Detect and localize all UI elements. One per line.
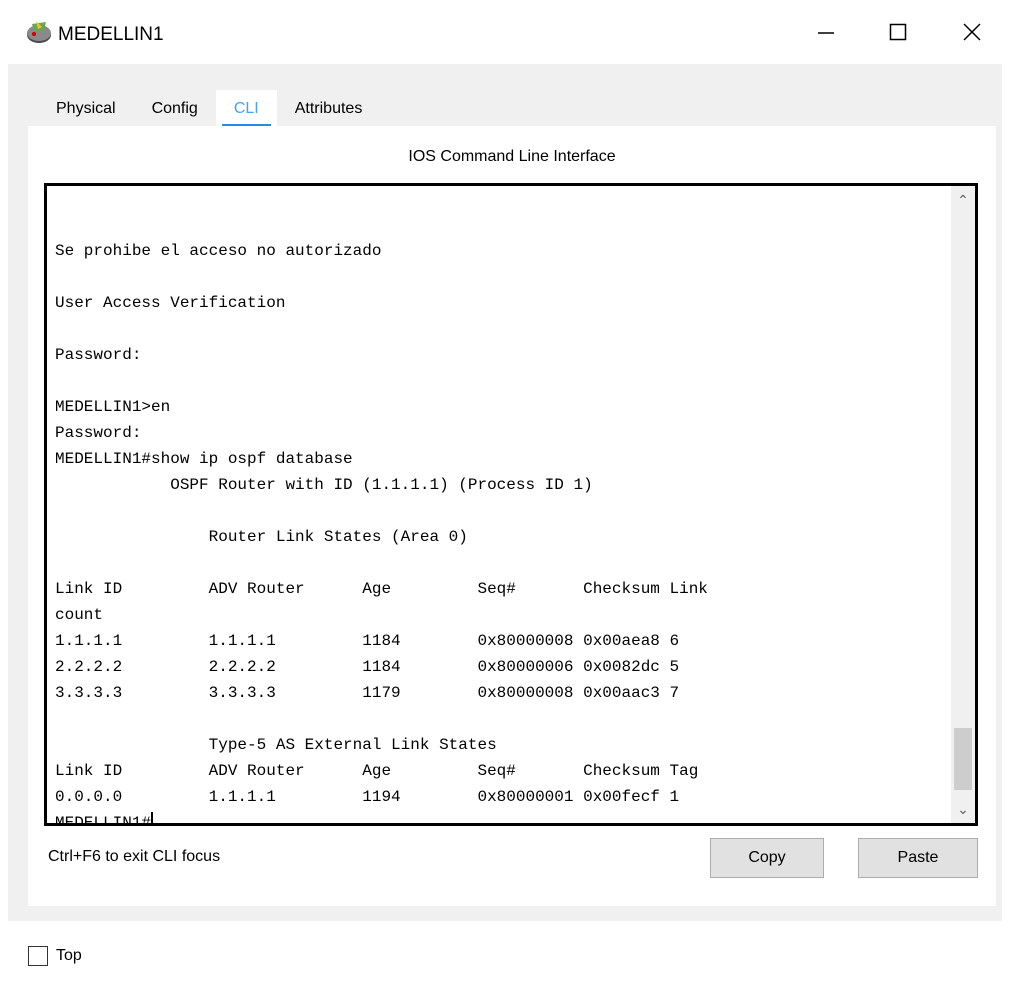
cli-line: MEDELLIN1>en: [55, 398, 171, 416]
cli-line: [55, 212, 943, 238]
minimize-icon: [818, 32, 834, 34]
cli-line: [55, 368, 943, 394]
cli-line: Link ID ADV Router Age Seq# Checksum Lin…: [55, 580, 708, 598]
scroll-up-icon[interactable]: ⌃: [951, 186, 975, 214]
paste-button[interactable]: Paste: [858, 838, 978, 878]
cli-line: Link ID ADV Router Age Seq# Checksum Tag: [55, 762, 699, 780]
tab-bar: Physical Config CLI Attributes: [38, 90, 380, 128]
cli-panel: IOS Command Line Interface Se prohibe el…: [28, 126, 996, 906]
cli-line: count: [55, 606, 104, 624]
tab-cli[interactable]: CLI: [215, 90, 277, 128]
cli-line: [55, 264, 943, 290]
cli-line: [55, 316, 943, 342]
title-bar: MEDELLIN1: [0, 0, 1010, 64]
cli-line: [55, 186, 943, 212]
cli-line: Password:: [55, 346, 142, 364]
top-checkbox-row[interactable]: Top: [28, 946, 82, 966]
tab-physical[interactable]: Physical: [38, 90, 134, 128]
cli-output: Se prohibe el acceso no autorizado User …: [55, 186, 943, 826]
cli-line: Se prohibe el acceso no autorizado: [55, 242, 382, 260]
cli-line: 1.1.1.1 1.1.1.1 1184 0x80000008 0x00aea8…: [55, 632, 680, 650]
close-icon: [963, 23, 981, 41]
cli-prompt: MEDELLIN1#: [55, 814, 152, 826]
window-content: Physical Config CLI Attributes IOS Comma…: [8, 64, 1002, 921]
cli-line: OSPF Router with ID (1.1.1.1) (Process I…: [55, 476, 593, 494]
cli-line: User Access Verification: [55, 294, 286, 312]
cli-line: [55, 706, 943, 732]
cli-focus-hint: Ctrl+F6 to exit CLI focus: [48, 848, 221, 865]
cli-scrollbar[interactable]: ⌃ ⌄: [951, 186, 975, 823]
cli-line: Password:: [55, 424, 142, 442]
cli-line: [55, 498, 943, 524]
window-title: MEDELLIN1: [58, 24, 164, 45]
maximize-button[interactable]: [870, 0, 926, 64]
cli-line: 3.3.3.3 3.3.3.3 1179 0x80000008 0x00aac3…: [55, 684, 680, 702]
cli-line: 0.0.0.0 1.1.1.1 1194 0x80000001 0x00fecf…: [55, 788, 680, 806]
cli-line: Router Link States (Area 0): [55, 528, 468, 546]
copy-button[interactable]: Copy: [710, 838, 824, 878]
tab-attributes[interactable]: Attributes: [277, 90, 381, 128]
cli-line: [55, 550, 943, 576]
cli-line: MEDELLIN1#show ip ospf database: [55, 450, 353, 468]
top-checkbox-label: Top: [56, 947, 82, 964]
scrollbar-thumb[interactable]: [954, 728, 972, 790]
text-cursor: [151, 812, 154, 823]
cli-line: Type-5 AS External Link States: [55, 736, 497, 754]
maximize-icon: [889, 23, 907, 41]
panel-title: IOS Command Line Interface: [408, 148, 616, 165]
close-button[interactable]: [944, 0, 1000, 64]
cli-line: 2.2.2.2 2.2.2.2 1184 0x80000006 0x0082dc…: [55, 658, 680, 676]
tab-config[interactable]: Config: [134, 90, 216, 128]
minimize-button[interactable]: [798, 0, 854, 64]
router-icon: [27, 21, 51, 43]
cli-console[interactable]: Se prohibe el acceso no autorizado User …: [44, 183, 978, 826]
scroll-down-icon[interactable]: ⌄: [951, 795, 975, 823]
top-checkbox[interactable]: [28, 946, 48, 966]
cli-prompt-line: MEDELLIN1#: [55, 810, 943, 826]
